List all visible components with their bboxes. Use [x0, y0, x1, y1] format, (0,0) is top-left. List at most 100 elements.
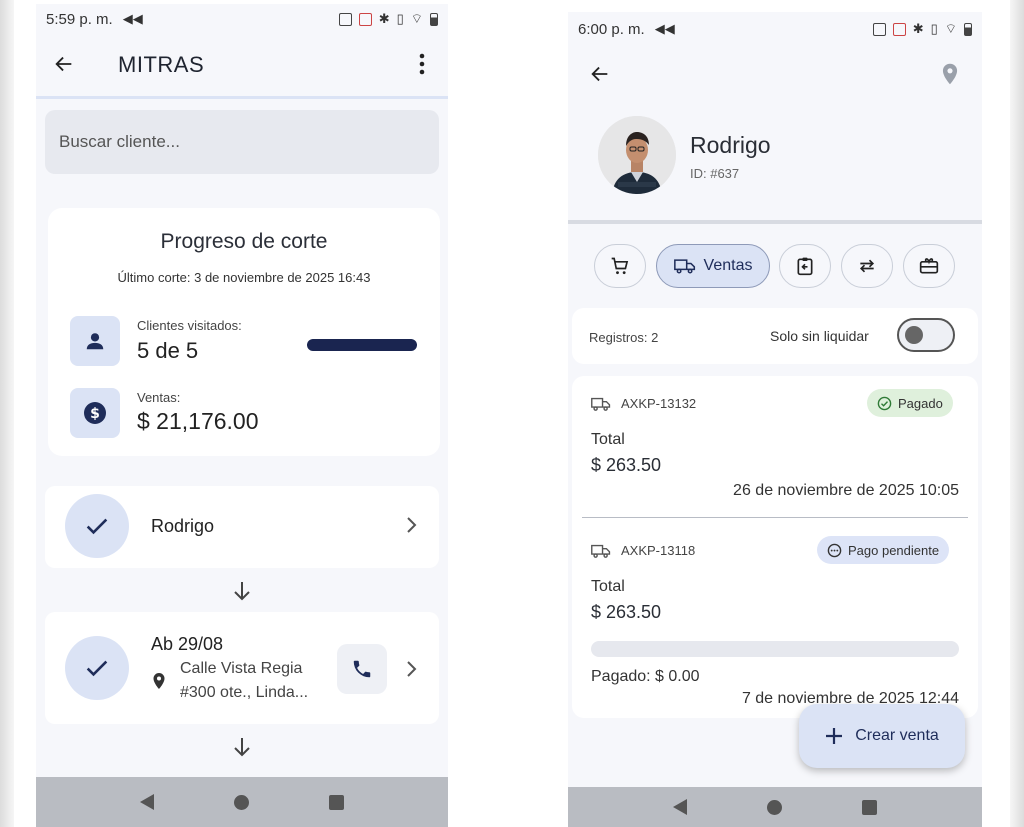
status-icons: ✱ ▯ ⌔	[872, 21, 972, 37]
location-pin-icon	[942, 63, 958, 85]
visited-check-badge	[65, 636, 129, 700]
sale-code: AXKP-13118	[621, 543, 696, 558]
tab-cart[interactable]	[594, 244, 646, 288]
back-button[interactable]	[584, 58, 616, 90]
nav-recents-icon[interactable]	[862, 799, 877, 815]
payment-progress-bar	[591, 641, 959, 657]
status-badge-paid: Pagado	[867, 389, 953, 417]
nav-recents-icon[interactable]	[329, 794, 344, 810]
tab-gifts[interactable]	[903, 244, 955, 288]
nav-home-icon[interactable]	[767, 799, 782, 815]
search-input[interactable]: Buscar cliente...	[45, 110, 439, 174]
nav-back-icon[interactable]	[140, 794, 154, 810]
route-client-name: Rodrigo	[151, 516, 215, 536]
truck-icon	[591, 397, 611, 411]
status-time: 6:00 p. m.	[578, 20, 645, 38]
status-badge-label: Pago pendiente	[848, 542, 940, 558]
bluetooth-icon: ✱	[378, 11, 390, 26]
status-icons: ✱ ▯ ⌔	[338, 11, 438, 27]
sale-item[interactable]: AXKP-13118 Pago pendiente Total $ 263.50…	[572, 518, 978, 718]
route-item-ab-2908[interactable]: Ab 29/08 Calle Vista Regia #300 ote., Li…	[45, 612, 439, 724]
total-value: $ 263.50	[591, 602, 662, 622]
cart-icon	[611, 257, 629, 275]
create-sale-button[interactable]: Crear venta	[799, 704, 965, 768]
location-button[interactable]	[934, 58, 966, 90]
back-arrow-icon	[55, 56, 72, 72]
tab-ventas[interactable]: Ventas	[656, 244, 770, 288]
route-item-rodrigo[interactable]: Rodrigo	[45, 486, 439, 568]
visited-progress-bar	[307, 339, 417, 351]
location-pin-icon	[153, 673, 165, 689]
sale-date: 26 de noviembre de 2025 10:05	[733, 482, 959, 499]
status-bar: 5:59 p. m. ◀◀ ✱ ▯ ⌔	[36, 4, 448, 34]
filter-card: Registros: 2 Solo sin liquidar	[572, 308, 978, 364]
visited-check-badge	[65, 494, 129, 558]
nav-home-icon[interactable]	[234, 794, 249, 810]
sales-value: $ 21,176.00	[137, 408, 259, 434]
client-id: ID: #637	[690, 166, 740, 181]
visited-label: Clientes visitados:	[137, 318, 242, 333]
status-time: 5:59 p. m.	[46, 10, 113, 28]
gift-card-icon	[919, 258, 939, 274]
vibrate-icon: ▯	[930, 21, 938, 36]
wifi-icon: ⌔	[944, 21, 957, 36]
nfc-icon	[338, 12, 352, 26]
nav-back-icon[interactable]	[673, 799, 687, 815]
sale-item[interactable]: AXKP-13132 Pagado Total $ 263.50 26 de n…	[572, 376, 978, 518]
battery-icon	[430, 12, 438, 26]
battery-icon	[964, 22, 972, 36]
chevron-right-icon	[407, 517, 417, 533]
last-cut-text: Último corte: 3 de noviembre de 2025 16:…	[117, 270, 371, 285]
visited-progress-fill	[307, 339, 417, 351]
appbar-divider	[36, 96, 448, 99]
avatar	[598, 116, 676, 194]
truck-icon	[591, 544, 611, 558]
client-name: Rodrigo	[690, 132, 771, 158]
cast-icon	[892, 22, 906, 36]
frame-edge-right	[1010, 0, 1024, 827]
tab-ventas-label: Ventas	[703, 257, 753, 274]
more-vert-icon	[419, 53, 425, 75]
right-phone-screen: 6:00 p. m. ◀◀ ✱ ▯ ⌔ Rodrigo ID: #637 Ven…	[568, 12, 982, 827]
person-icon	[86, 333, 104, 350]
back-button[interactable]	[48, 48, 80, 80]
svg-text:$: $	[90, 406, 100, 422]
only-unsettled-label: Solo sin liquidar	[770, 328, 869, 344]
cast-icon	[358, 12, 372, 26]
status-badge-pending: Pago pendiente	[817, 536, 950, 564]
notification-icons: ◀◀	[654, 21, 675, 36]
address-line-2: #300 ote., Linda...	[180, 684, 309, 701]
total-label: Total	[591, 578, 625, 595]
phone-icon	[353, 660, 371, 678]
tab-returns[interactable]	[779, 244, 831, 288]
bluetooth-icon: ✱	[912, 21, 924, 36]
swap-icon	[859, 259, 875, 273]
plus-icon	[826, 728, 843, 744]
vibrate-icon: ▯	[396, 11, 404, 26]
call-button[interactable]	[337, 644, 387, 694]
check-icon	[86, 660, 108, 677]
more-options-button[interactable]	[406, 48, 438, 80]
check-circle-icon	[877, 396, 892, 410]
person-icon-tile	[70, 316, 120, 366]
toggle-knob	[905, 326, 923, 344]
total-value: $ 263.50	[591, 455, 662, 475]
left-phone-screen: 5:59 p. m. ◀◀ ✱ ▯ ⌔ MITRAS Buscar client…	[36, 4, 448, 827]
dollar-icon-tile: $	[70, 388, 120, 438]
frame-edge-left	[0, 0, 14, 827]
check-icon	[86, 518, 108, 535]
chevron-right-icon	[407, 661, 417, 677]
progress-card: Progreso de corte Último corte: 3 de nov…	[48, 208, 440, 456]
arrow-down-icon	[234, 582, 250, 601]
search-placeholder: Buscar cliente...	[59, 132, 180, 151]
notification-icons: ◀◀	[122, 11, 143, 26]
sales-label: Ventas:	[137, 390, 181, 405]
route-client-name: Ab 29/08	[151, 634, 224, 654]
back-arrow-icon	[591, 66, 608, 82]
system-nav-bar	[568, 787, 982, 827]
records-count: Registros: 2	[589, 330, 659, 345]
tab-exchanges[interactable]	[841, 244, 893, 288]
only-unsettled-toggle[interactable]	[897, 318, 955, 352]
pending-circle-icon	[827, 543, 842, 557]
total-label: Total	[591, 431, 625, 448]
